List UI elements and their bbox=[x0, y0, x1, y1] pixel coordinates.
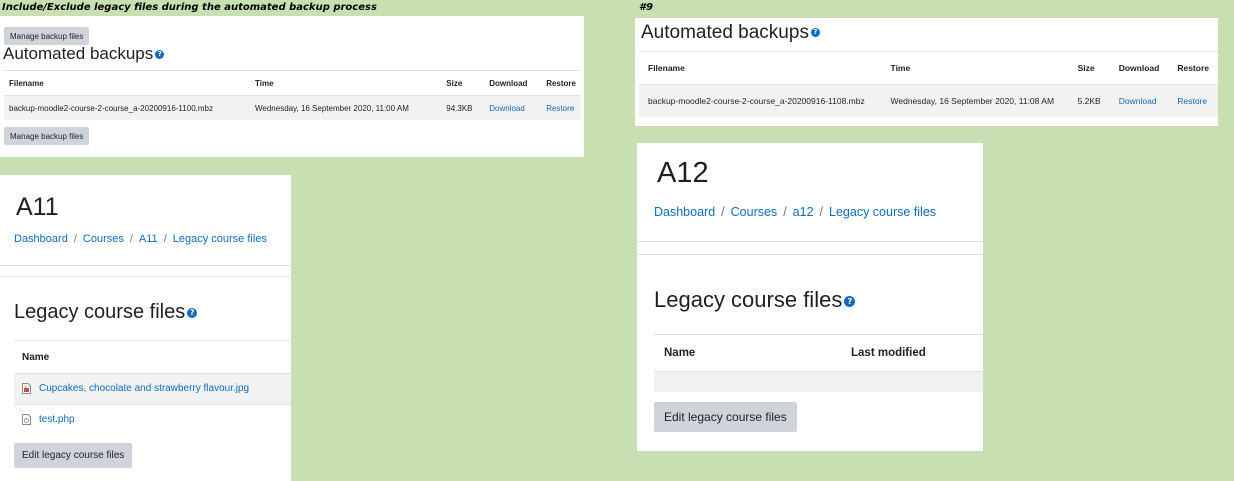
heading-text: Legacy course files bbox=[14, 301, 186, 323]
course-title: A11 bbox=[16, 193, 59, 221]
breadcrumb: Dashboard / Courses / A11 / Legacy cours… bbox=[14, 233, 267, 245]
caption-left: Include/Exclude legacy files during the … bbox=[2, 2, 377, 13]
breadcrumb-separator: / bbox=[819, 205, 824, 219]
breadcrumb-separator: / bbox=[73, 233, 77, 245]
column-header-download: Download bbox=[1109, 51, 1169, 85]
breadcrumb-dashboard[interactable]: Dashboard bbox=[14, 233, 68, 245]
table-header-row: Filename Time Size Download Restore bbox=[639, 51, 1218, 85]
caption-right: #9 bbox=[639, 2, 653, 13]
automated-backups-panel-right: Automated backups? Filename Time Size Do… bbox=[635, 18, 1218, 126]
manage-backup-files-button-bottom[interactable]: Manage backup files bbox=[4, 127, 90, 145]
course-title: A12 bbox=[657, 157, 709, 189]
table-row: Cupcakes, chocolate and strawberry flavo… bbox=[14, 373, 291, 405]
generic-file-icon bbox=[22, 414, 31, 426]
table-row: test.php bbox=[14, 404, 291, 435]
breadcrumb-separator: / bbox=[129, 233, 133, 245]
breadcrumb-legacy-files[interactable]: Legacy course files bbox=[829, 205, 936, 219]
breadcrumb-dashboard[interactable]: Dashboard bbox=[654, 205, 715, 219]
column-header-filename: Filename bbox=[4, 70, 250, 96]
table-row: backup-moodle2-course-2-course_a-2020091… bbox=[639, 84, 1218, 117]
legacy-files-panel-a11: A11 Dashboard / Courses / A11 / Legacy c… bbox=[0, 175, 291, 481]
column-header-restore: Restore bbox=[541, 70, 581, 96]
edit-legacy-files-button[interactable]: Edit legacy course files bbox=[14, 443, 133, 468]
filename-cell: backup-moodle2-course-2-course_a-2020091… bbox=[639, 84, 882, 117]
column-header-size: Size bbox=[1068, 51, 1110, 85]
breadcrumb-course[interactable]: A11 bbox=[139, 233, 158, 245]
image-file-icon bbox=[22, 383, 31, 395]
breadcrumb-courses[interactable]: Courses bbox=[83, 233, 124, 245]
legacy-files-panel-a12: A12 Dashboard / Courses / a12 / Legacy c… bbox=[637, 143, 983, 451]
edit-legacy-files-button[interactable]: Edit legacy course files bbox=[654, 402, 797, 432]
breadcrumb-courses[interactable]: Courses bbox=[731, 205, 778, 219]
column-header-name: Name bbox=[14, 340, 291, 374]
breadcrumb: Dashboard / Courses / a12 / Legacy cours… bbox=[654, 205, 936, 219]
table-header-row: Name bbox=[14, 340, 291, 374]
table-row: backup-moodle2-course-2-course_a-2020091… bbox=[4, 95, 581, 120]
breadcrumb-legacy-files[interactable]: Legacy course files bbox=[173, 233, 267, 245]
column-header-download: Download bbox=[484, 70, 542, 96]
automated-backups-title: Automated backups? bbox=[641, 22, 820, 44]
heading-text: Legacy course files bbox=[654, 287, 843, 312]
breadcrumb-course[interactable]: a12 bbox=[793, 205, 814, 219]
help-icon[interactable]: ? bbox=[187, 307, 198, 318]
column-header-restore: Restore bbox=[1168, 51, 1218, 85]
column-header-size: Size bbox=[441, 70, 485, 96]
file-link[interactable]: test.php bbox=[39, 415, 75, 426]
breadcrumb-separator: / bbox=[163, 233, 167, 245]
title-text: Automated backups bbox=[641, 22, 809, 43]
table-header-row: Name Last modified bbox=[654, 334, 983, 372]
download-link[interactable]: Download bbox=[1119, 96, 1157, 106]
breadcrumb-separator: / bbox=[783, 205, 787, 219]
column-header-time: Time bbox=[249, 70, 442, 96]
restore-link[interactable]: Restore bbox=[1177, 96, 1207, 106]
column-header-name: Name bbox=[654, 334, 841, 372]
legacy-files-table: Name Cupcakes, chocolate and strawberry … bbox=[14, 340, 291, 435]
restore-link[interactable]: Restore bbox=[546, 104, 574, 113]
empty-table-row bbox=[654, 371, 983, 392]
size-cell: 94.3KB bbox=[441, 95, 485, 120]
help-icon[interactable]: ? bbox=[844, 295, 856, 307]
automated-backups-panel-left: Manage backup files Automated backups? F… bbox=[0, 16, 584, 157]
table-header-row: Filename Time Size Download Restore bbox=[4, 70, 581, 96]
breadcrumb-separator: / bbox=[721, 205, 725, 219]
legacy-files-heading: Legacy course files? bbox=[14, 301, 198, 324]
file-link[interactable]: Cupcakes, chocolate and strawberry flavo… bbox=[39, 384, 249, 395]
time-cell: Wednesday, 16 September 2020, 11:08 AM bbox=[881, 84, 1069, 117]
filename-cell: backup-moodle2-course-2-course_a-2020091… bbox=[4, 95, 250, 120]
manage-backup-files-button-top[interactable]: Manage backup files bbox=[4, 27, 90, 45]
download-link[interactable]: Download bbox=[489, 104, 525, 113]
legacy-files-table: Name Last modified bbox=[654, 334, 983, 392]
help-icon[interactable]: ? bbox=[810, 28, 820, 38]
title-text: Automated backups bbox=[3, 44, 154, 63]
automated-backups-title: Automated backups? bbox=[3, 44, 165, 64]
size-cell: 5.2KB bbox=[1068, 84, 1110, 117]
legacy-files-heading: Legacy course files? bbox=[654, 287, 856, 313]
column-header-filename: Filename bbox=[639, 51, 882, 85]
backup-files-table: Filename Time Size Download Restore back… bbox=[639, 51, 1218, 117]
column-header-time: Time bbox=[881, 51, 1069, 85]
backup-files-table: Filename Time Size Download Restore back… bbox=[4, 70, 581, 120]
time-cell: Wednesday, 16 September 2020, 11:00 AM bbox=[249, 95, 442, 120]
help-icon[interactable]: ? bbox=[155, 50, 165, 60]
column-header-last-modified: Last modified bbox=[841, 334, 983, 372]
